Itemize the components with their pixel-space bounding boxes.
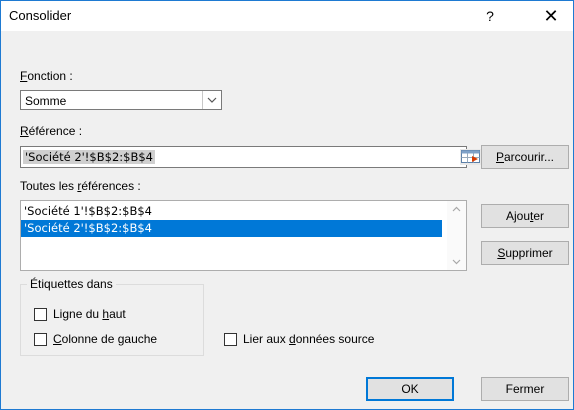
consolidate-dialog: Consolider ? ✕ Fonction : Somme Référenc… bbox=[0, 0, 574, 410]
all-references-list[interactable]: 'Société 1'!$B$2:$B$4 'Société 2'!$B$2:$… bbox=[20, 200, 467, 271]
function-select-value: Somme bbox=[25, 94, 67, 108]
left-column-checkbox[interactable] bbox=[34, 333, 47, 346]
function-select[interactable]: Somme bbox=[20, 90, 222, 110]
help-button[interactable]: ? bbox=[475, 4, 505, 28]
close-button[interactable]: Fermer bbox=[481, 377, 569, 401]
list-scrollbar[interactable] bbox=[447, 201, 466, 270]
add-button[interactable]: Ajouter bbox=[481, 204, 569, 228]
list-item[interactable]: 'Société 1'!$B$2:$B$4 bbox=[21, 203, 442, 220]
chevron-up-icon[interactable] bbox=[447, 201, 466, 218]
link-source-checkbox[interactable] bbox=[224, 333, 237, 346]
top-row-checkbox[interactable] bbox=[34, 308, 47, 321]
function-label: Fonction : bbox=[20, 69, 73, 83]
left-column-label: Colonne de gauche bbox=[53, 332, 158, 346]
all-references-label: Toutes les références : bbox=[20, 179, 141, 193]
top-row-label: Ligne du haut bbox=[53, 307, 126, 321]
dialog-title: Consolider bbox=[9, 8, 72, 23]
chevron-down-icon[interactable] bbox=[202, 91, 221, 109]
reference-label: Référence : bbox=[20, 124, 83, 138]
browse-button[interactable]: Parcourir... bbox=[481, 145, 569, 169]
ok-button[interactable]: OK bbox=[366, 377, 454, 401]
labels-group-title: Étiquettes dans bbox=[27, 277, 116, 291]
reference-input[interactable]: 'Société 2'!$B$2:$B$4 bbox=[20, 146, 482, 168]
chevron-down-icon[interactable] bbox=[447, 253, 466, 270]
reference-input-value: 'Société 2'!$B$2:$B$4 bbox=[23, 150, 155, 164]
range-select-icon[interactable] bbox=[460, 149, 482, 165]
title-bar: Consolider ? ✕ bbox=[1, 1, 573, 31]
close-icon[interactable]: ✕ bbox=[529, 1, 573, 31]
delete-button[interactable]: Supprimer bbox=[481, 241, 569, 265]
link-source-label: Lier aux données source bbox=[243, 332, 375, 346]
list-item-selected[interactable]: 'Société 2'!$B$2:$B$4 bbox=[21, 220, 442, 237]
